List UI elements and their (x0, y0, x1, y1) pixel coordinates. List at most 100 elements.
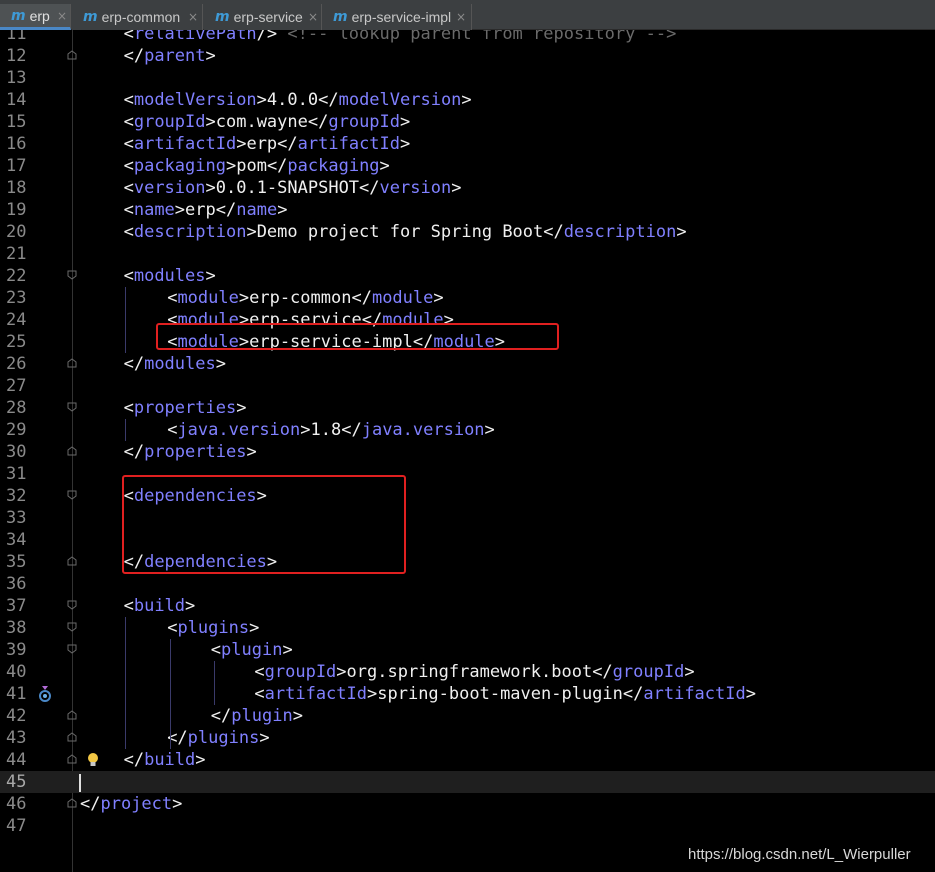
line-number: 35 (6, 552, 27, 572)
close-icon[interactable]: × (308, 10, 318, 24)
indent-guide (214, 661, 215, 705)
tab-label: erp-service (233, 9, 303, 25)
fold-end-icon[interactable] (67, 754, 77, 764)
code-line[interactable]: 11 <relativePath/> <!-- lookup parent fro… (0, 30, 935, 45)
text-caret (79, 774, 81, 792)
fold-start-icon[interactable] (67, 644, 77, 654)
line-number: 22 (6, 266, 27, 286)
code-line[interactable]: 40 <groupId>org.springframework.boot</gro… (0, 661, 935, 683)
code-text: </project> (80, 794, 183, 814)
line-number: 19 (6, 200, 27, 220)
close-icon[interactable]: × (456, 10, 466, 24)
code-line[interactable]: 27 (0, 375, 935, 397)
line-number: 14 (6, 90, 27, 110)
tab-erp-service-impl[interactable]: m erp-service-impl × (322, 4, 472, 30)
line-number: 27 (6, 376, 27, 396)
code-line[interactable]: 36 (0, 573, 935, 595)
fold-end-icon[interactable] (67, 732, 77, 742)
line-number: 20 (6, 222, 27, 242)
code-line[interactable]: 38 <plugins> (0, 617, 935, 639)
code-line[interactable]: 20 <description>Demo project for Spring B… (0, 221, 935, 243)
code-line[interactable]: 13 (0, 67, 935, 89)
tab-label: erp (29, 7, 50, 24)
fold-end-icon[interactable] (67, 798, 77, 808)
line-number: 21 (6, 244, 27, 264)
close-icon[interactable]: × (188, 10, 198, 24)
fold-end-icon[interactable] (67, 358, 77, 368)
tab-erp[interactable]: m erp × (0, 4, 71, 30)
code-line[interactable]: 26 </modules> (0, 353, 935, 375)
tab-erp-common[interactable]: m erp-common × (72, 4, 203, 30)
code-line[interactable]: 18 <version>0.0.1-SNAPSHOT</version> (0, 177, 935, 199)
fold-start-icon[interactable] (67, 270, 77, 280)
code-line[interactable]: 14 <modelVersion>4.0.0</modelVersion> (0, 89, 935, 111)
code-line[interactable]: 39 <plugin> (0, 639, 935, 661)
code-line[interactable]: 22 <modules> (0, 265, 935, 287)
line-number: 25 (6, 332, 27, 352)
maven-icon: m (11, 7, 26, 24)
maven-icon: m (333, 9, 348, 25)
fold-start-icon[interactable] (67, 622, 77, 632)
code-line[interactable]: 17 <packaging>pom</packaging> (0, 155, 935, 177)
line-number: 29 (6, 420, 27, 440)
code-text: </build> (123, 750, 206, 770)
fold-start-icon[interactable] (67, 600, 77, 610)
fold-start-icon[interactable] (67, 402, 77, 412)
code-line[interactable]: 23 <module>erp-common</module> (0, 287, 935, 309)
code-text: <name>erp</name> (123, 200, 288, 220)
code-line[interactable]: 37 <build> (0, 595, 935, 617)
code-line[interactable]: 41 <artifactId>spring-boot-maven-plugin</… (0, 683, 935, 705)
indent-guide (125, 419, 126, 441)
fold-end-icon[interactable] (67, 710, 77, 720)
code-text: <properties> (123, 398, 247, 418)
line-number: 33 (6, 508, 27, 528)
line-number: 13 (6, 68, 27, 88)
code-text: <plugin> (210, 640, 293, 660)
fold-end-icon[interactable] (67, 50, 77, 60)
code-text: </plugin> (210, 706, 303, 726)
line-number: 44 (6, 750, 27, 770)
lightbulb-icon[interactable] (86, 752, 100, 768)
code-line[interactable]: 12 </parent> (0, 45, 935, 67)
code-line[interactable]: 42 </plugin> (0, 705, 935, 727)
line-number: 12 (6, 46, 27, 66)
spring-boot-run-icon[interactable] (38, 685, 52, 703)
code-text: <module>erp-common</module> (167, 288, 444, 308)
line-number: 40 (6, 662, 27, 682)
code-line[interactable]: 16 <artifactId>erp</artifactId> (0, 133, 935, 155)
code-line[interactable]: 28 <properties> (0, 397, 935, 419)
watermark: https://blog.csdn.net/L_Wierpuller (688, 846, 911, 863)
line-number: 46 (6, 794, 27, 814)
code-line[interactable]: 44 </build> (0, 749, 935, 771)
fold-start-icon[interactable] (67, 490, 77, 500)
line-number: 36 (6, 574, 27, 594)
line-number: 15 (6, 112, 27, 132)
line-number: 37 (6, 596, 27, 616)
code-text: <artifactId>erp</artifactId> (123, 134, 411, 154)
indent-guide (170, 639, 171, 749)
code-text: <modelVersion>4.0.0</modelVersion> (123, 90, 472, 110)
fold-end-icon[interactable] (67, 556, 77, 566)
code-line[interactable]: 15 <groupId>com.wayne</groupId> (0, 111, 935, 133)
code-line[interactable]: 30 </properties> (0, 441, 935, 463)
fold-end-icon[interactable] (67, 446, 77, 456)
code-line[interactable]: 46 </project> (0, 793, 935, 815)
line-number: 38 (6, 618, 27, 638)
line-number: 16 (6, 134, 27, 154)
tab-erp-service[interactable]: m erp-service × (204, 4, 322, 30)
code-line[interactable]: 29 <java.version>1.8</java.version> (0, 419, 935, 441)
code-text: </properties> (123, 442, 257, 462)
line-number: 45 (6, 772, 27, 792)
close-icon[interactable]: × (57, 9, 67, 23)
code-line[interactable]: 43 </plugins> (0, 727, 935, 749)
code-line[interactable]: 47 (0, 815, 935, 837)
line-number: 24 (6, 310, 27, 330)
line-number: 41 (6, 684, 27, 704)
line-number: 32 (6, 486, 27, 506)
code-text: <java.version>1.8</java.version> (167, 420, 495, 440)
code-line[interactable]: 19 <name>erp</name> (0, 199, 935, 221)
code-text: </parent> (123, 46, 216, 66)
code-editor[interactable]: 11 <relativePath/> <!-- lookup parent fro… (0, 30, 935, 872)
code-line[interactable]: 45 (0, 771, 935, 793)
code-line[interactable]: 21 (0, 243, 935, 265)
